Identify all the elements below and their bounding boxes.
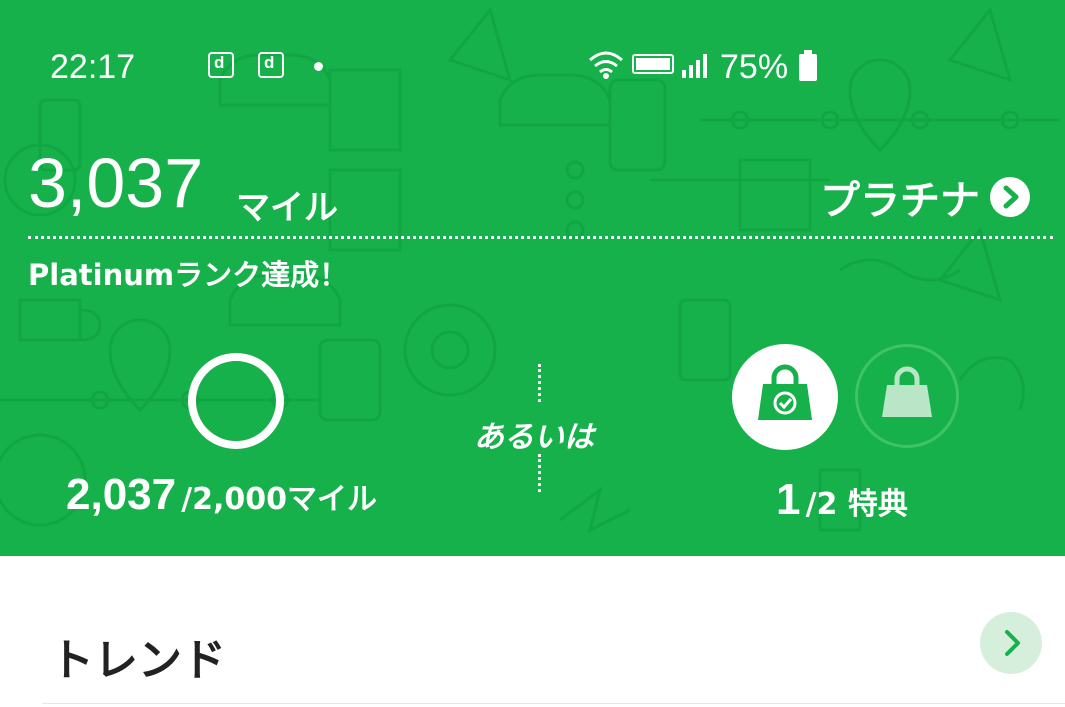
progress-current: 2,037 bbox=[66, 470, 177, 519]
notification-dot bbox=[314, 62, 323, 71]
mileage-hero: 22:17 d d 75% 3,037 マイル プラチナ Platinumランク… bbox=[0, 0, 1065, 556]
achievement-text: Platinumランク達成！ bbox=[28, 258, 349, 292]
volte-icon bbox=[632, 54, 674, 74]
or-divider-top bbox=[538, 364, 541, 402]
shopping-bag-icon bbox=[882, 366, 932, 417]
rank-label: プラチナ bbox=[820, 178, 980, 224]
chevron-right-icon bbox=[990, 177, 1030, 217]
mile-progress: 2,037 /2,000マイル bbox=[66, 470, 377, 520]
status-bar: 22:17 d d 75% bbox=[0, 44, 1065, 90]
or-label: あるいは bbox=[474, 420, 594, 455]
chevron-right-icon bbox=[1005, 630, 1020, 656]
shopping-bag-check-icon bbox=[758, 364, 812, 420]
benefit-current: 1 bbox=[776, 475, 801, 524]
battery-percent: 75% bbox=[720, 48, 789, 86]
d-notification-icon: d bbox=[208, 52, 234, 78]
or-divider-bottom bbox=[538, 454, 541, 492]
divider bbox=[28, 236, 1053, 239]
miles-unit: マイル bbox=[236, 188, 338, 228]
progress-ring bbox=[188, 353, 284, 449]
benefit-target: /2 特典 bbox=[805, 487, 908, 522]
rank-link[interactable]: プラチナ bbox=[820, 172, 1030, 224]
benefit-achieved bbox=[732, 344, 838, 450]
trend-heading: トレンド bbox=[50, 635, 226, 686]
progress-target: /2,000マイル bbox=[181, 482, 378, 517]
section-divider bbox=[42, 703, 1065, 704]
benefit-pending bbox=[855, 344, 959, 448]
d-notification-icon: d bbox=[258, 52, 284, 78]
miles-value: 3,037 bbox=[28, 144, 204, 222]
wifi-icon bbox=[589, 51, 623, 79]
battery-icon bbox=[799, 50, 817, 81]
status-time: 22:17 bbox=[50, 48, 136, 86]
signal-icon bbox=[682, 54, 707, 78]
trend-more-button[interactable] bbox=[980, 612, 1042, 674]
benefit-progress: 1 /2 特典 bbox=[776, 475, 908, 525]
